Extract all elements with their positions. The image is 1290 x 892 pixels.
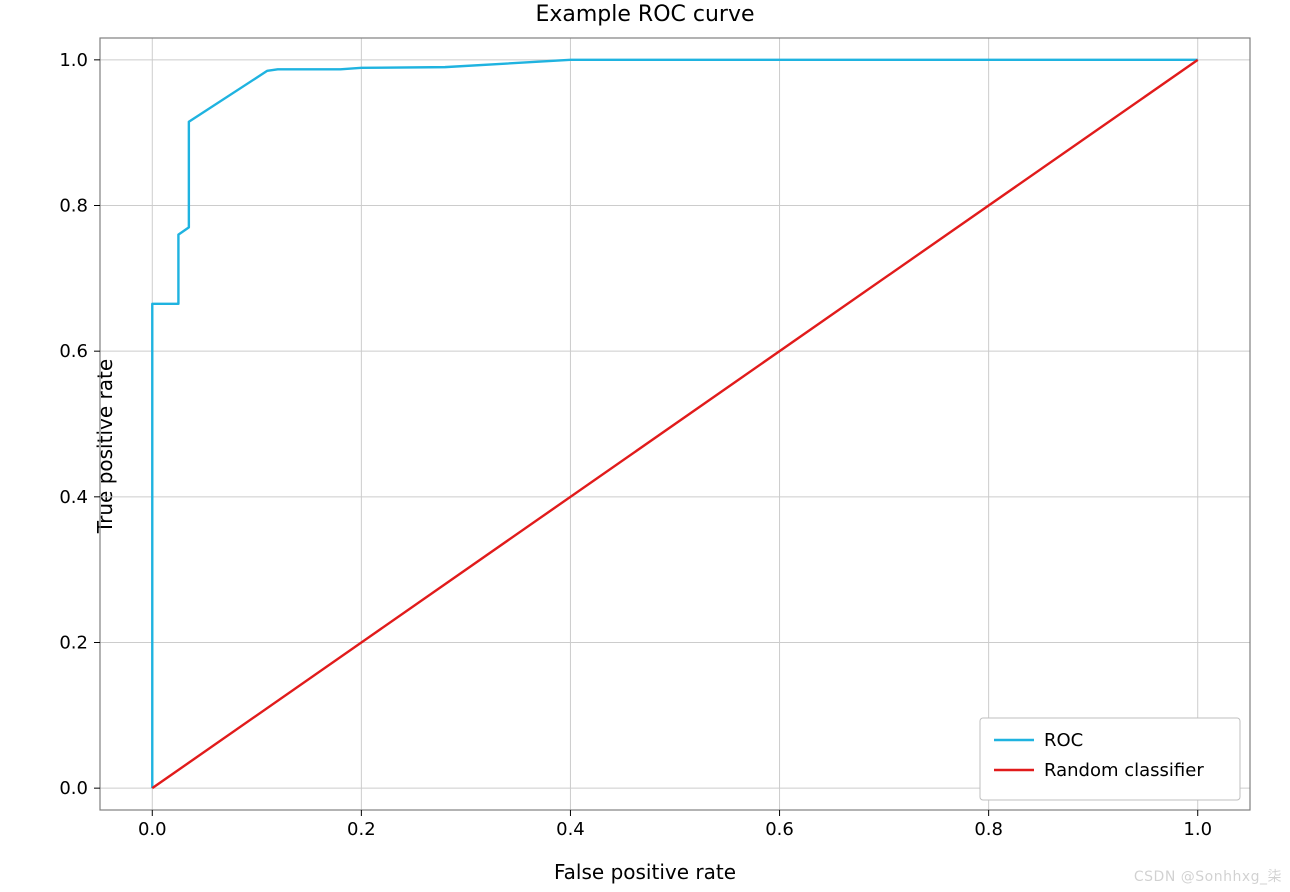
- watermark: CSDN @Sonhhxg_柒: [1134, 866, 1282, 886]
- x-tick-label: 0.8: [974, 819, 1003, 840]
- legend: ROC Random classifier: [980, 718, 1240, 800]
- legend-label: ROC: [1044, 730, 1083, 751]
- y-tick-label: 0.0: [59, 778, 88, 799]
- x-tick-label: 0.4: [556, 819, 585, 840]
- x-tick-label: 0.0: [138, 819, 167, 840]
- y-tick-label: 1.0: [59, 50, 88, 71]
- x-tick-label: 0.2: [347, 819, 376, 840]
- y-tick-label: 0.2: [59, 632, 88, 653]
- y-tick-label: 0.8: [59, 196, 88, 217]
- random-classifier-line: [152, 60, 1197, 788]
- y-tick-label: 0.4: [59, 487, 88, 508]
- figure: Example ROC curve True positive rate Fal…: [0, 0, 1290, 892]
- y-tick-label: 0.6: [59, 341, 88, 362]
- plot-area: 0.00.20.40.60.81.00.00.20.40.60.81.0ROCR…: [0, 0, 1290, 892]
- x-tick-label: 0.6: [765, 819, 794, 840]
- x-tick-label: 1.0: [1183, 819, 1212, 840]
- legend-label: Random classifier: [1044, 760, 1204, 781]
